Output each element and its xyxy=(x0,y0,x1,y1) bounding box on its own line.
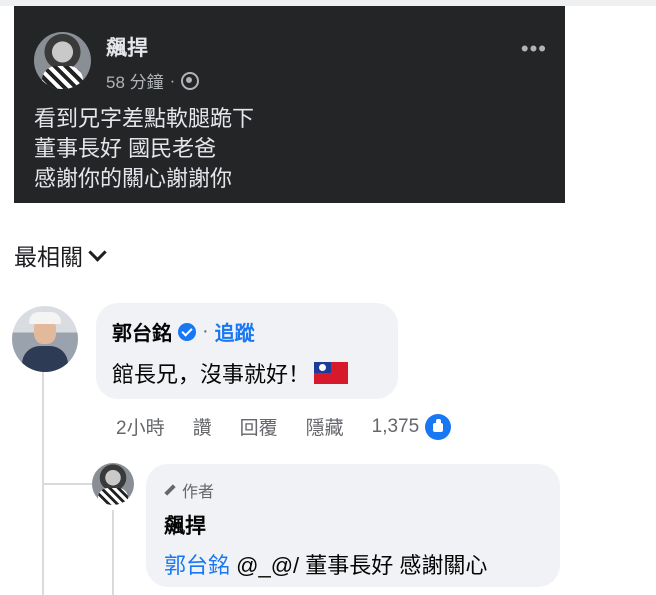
post-author-name[interactable]: 飆捍 xyxy=(106,32,148,62)
hide-button[interactable]: 隱藏 xyxy=(306,413,344,440)
header-separator: · xyxy=(202,320,209,342)
reply-text-content: @_@/ 董事長好 感謝關心 xyxy=(230,553,488,578)
meta-separator: · xyxy=(169,70,176,90)
comment-sort-selector[interactable]: 最相關 xyxy=(14,238,107,272)
post-time[interactable]: 58 分鐘 xyxy=(106,68,164,93)
comment-actions: 2小時 讚 回覆 隱藏 1,375 xyxy=(116,413,479,440)
author-badge-label: 作者 xyxy=(182,484,215,501)
verified-badge-icon xyxy=(178,322,196,341)
chevron-down-icon xyxy=(88,242,107,262)
post-text: 看到兄字差點軟腿跪下 董事長好 國民老爸 感謝你的關心謝謝你 xyxy=(34,104,254,194)
taiwan-flag-icon xyxy=(314,362,349,384)
reply-author-name[interactable]: 飆捍 xyxy=(164,510,206,540)
comment-author-name[interactable]: 郭台銘 xyxy=(112,317,172,346)
post-text-line: 董事長好 國民老爸 xyxy=(34,136,217,161)
post-author-avatar[interactable] xyxy=(34,32,91,89)
comment-bubble: 郭台銘 · 追蹤 館長兄，沒事就好！ xyxy=(96,303,398,399)
thread-branch xyxy=(42,483,94,485)
post-text-line: 看到兄字差點軟腿跪下 xyxy=(34,106,255,131)
comment-text-content: 館長兄，沒事就好！ xyxy=(112,362,311,387)
reply-author-avatar[interactable] xyxy=(92,463,134,505)
reply-bubble: 作者 飆捍 郭台銘 @_@/ 董事長好 感謝關心 xyxy=(146,464,560,587)
post-text-line: 感謝你的關心謝謝你 xyxy=(34,166,233,191)
globe-icon xyxy=(181,71,200,90)
reaction-count[interactable]: 1,375 xyxy=(372,416,420,438)
comment-author-avatar[interactable] xyxy=(12,306,78,372)
pencil-icon xyxy=(164,484,176,496)
comment-time[interactable]: 2小時 xyxy=(116,413,165,440)
reply-thread-line xyxy=(112,510,114,595)
follow-button[interactable]: 追蹤 xyxy=(215,317,255,346)
more-options-icon[interactable]: ••• xyxy=(521,36,547,62)
author-badge: 作者 xyxy=(164,478,214,502)
comment-text: 館長兄，沒事就好！ xyxy=(112,357,349,389)
like-reaction-icon[interactable] xyxy=(425,413,452,440)
sort-label: 最相關 xyxy=(14,244,83,270)
reply-text: 郭台銘 @_@/ 董事長好 感謝關心 xyxy=(164,548,487,580)
like-button[interactable]: 讚 xyxy=(193,413,212,440)
post-meta: 58 分鐘 · xyxy=(106,68,200,93)
reply-button[interactable]: 回覆 xyxy=(240,413,278,440)
mention-link[interactable]: 郭台銘 xyxy=(164,553,230,578)
post-card: 飆捍 58 分鐘 · ••• 看到兄字差點軟腿跪下 董事長好 國民老爸 感謝你的… xyxy=(14,6,565,203)
comment-header: 郭台銘 · 追蹤 xyxy=(112,317,255,346)
